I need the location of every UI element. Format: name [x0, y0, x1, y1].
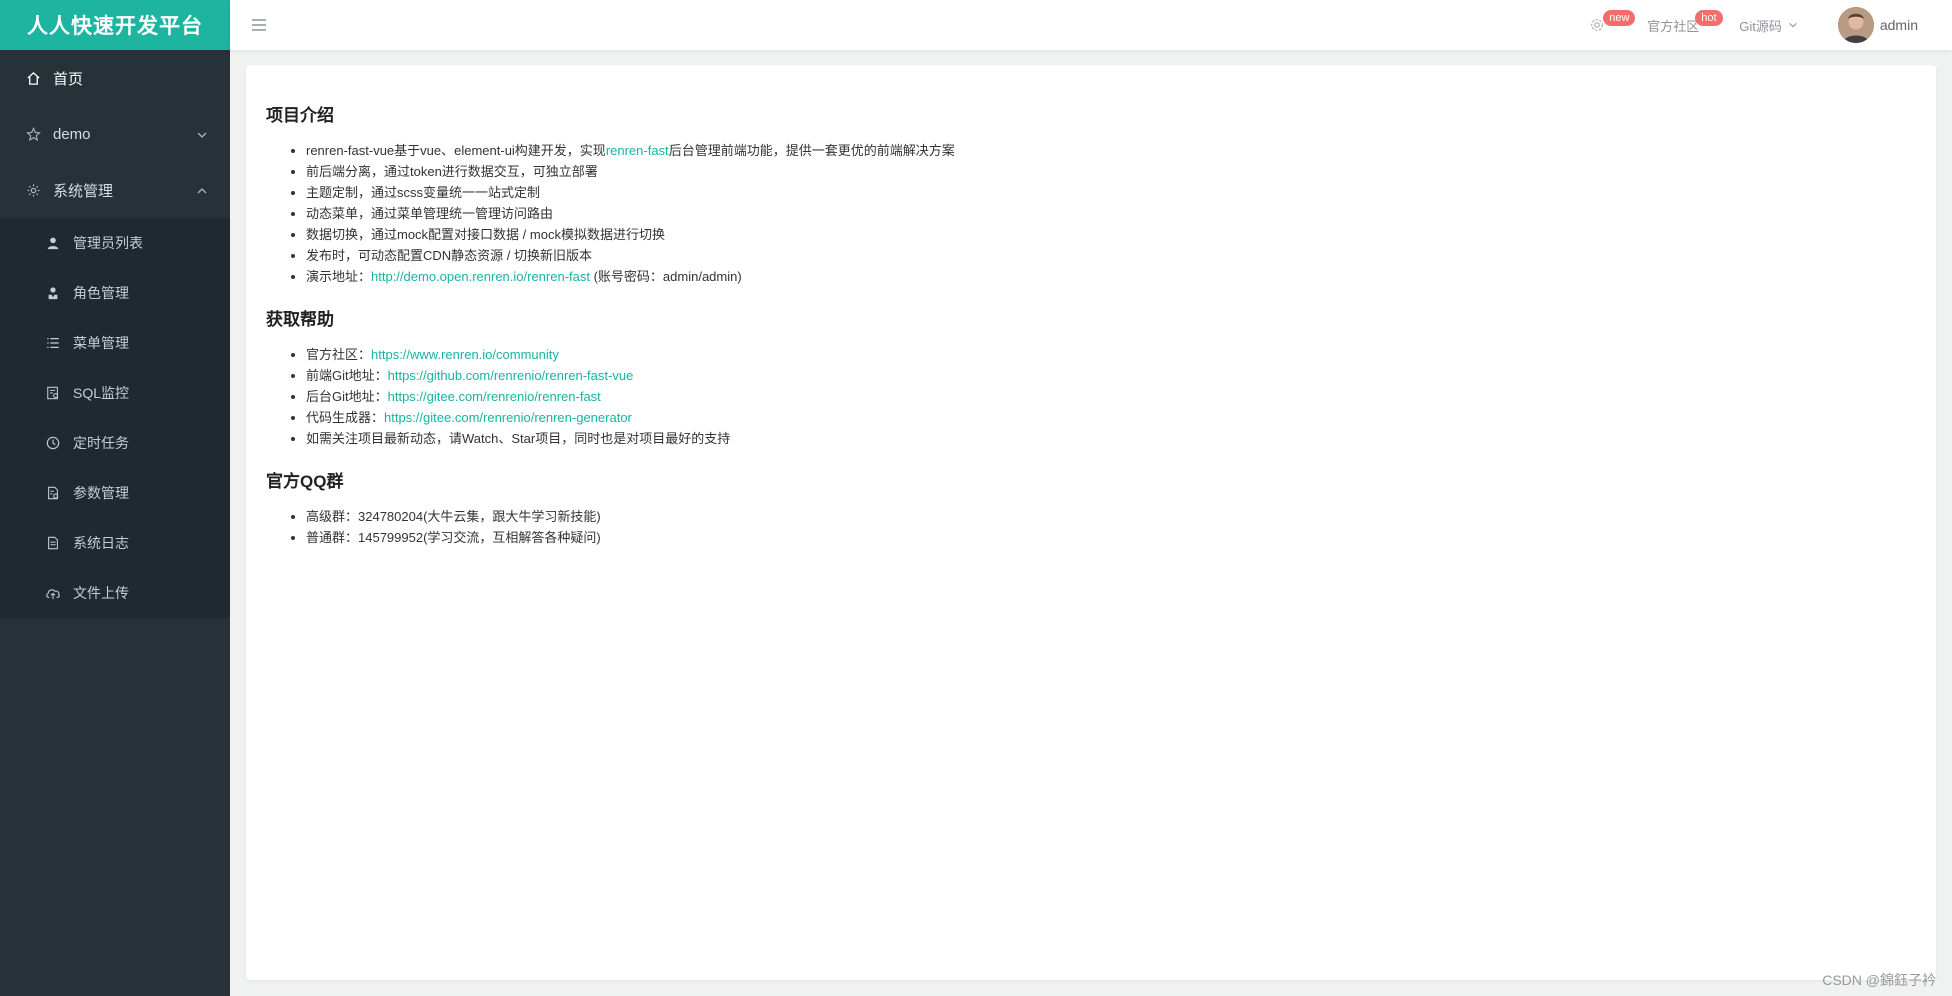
sidebar-item-label: 参数管理: [73, 485, 129, 501]
sidebar-item-sql[interactable]: SQL监控: [0, 368, 230, 418]
community-label: 官方社区: [1647, 18, 1700, 34]
sidebar-item-admin-list[interactable]: 管理员列表: [0, 218, 230, 268]
list-item: 发布时，可动态配置CDN静态资源 / 切换新旧版本: [306, 245, 1916, 266]
params-icon: [44, 484, 62, 502]
log-icon: [44, 534, 62, 552]
list-item-text: 前端Git地址：: [306, 368, 388, 383]
gear-icon: [24, 181, 42, 199]
list-item: 演示地址：http://demo.open.renren.io/renren-f…: [306, 266, 1916, 287]
star-icon: [24, 125, 42, 143]
intro-heading: 项目介绍: [266, 106, 334, 125]
demo-link[interactable]: http://demo.open.renren.io/renren-fast: [371, 269, 590, 284]
system-submenu: 管理员列表 角色管理 菜单管理 SQL监控 定时任务 参数管理 系统日志 文件上…: [0, 218, 230, 618]
home-icon: [24, 69, 42, 87]
qq-heading: 官方QQ群: [266, 472, 344, 491]
theme-settings-button[interactable]: new: [1569, 0, 1636, 50]
list-item: 主题定制，通过scss变量统一一站式定制: [306, 182, 1916, 203]
sidebar-item-roles[interactable]: 角色管理: [0, 268, 230, 318]
sidebar-item-label: 管理员列表: [73, 235, 143, 251]
list-item: 官方社区：https://www.renren.io/community: [306, 344, 1916, 365]
sidebar-item-params[interactable]: 参数管理: [0, 468, 230, 518]
sidebar-item-label: 文件上传: [73, 585, 129, 601]
sidebar-item-upload[interactable]: 文件上传: [0, 568, 230, 618]
chevron-down-icon: [196, 128, 208, 140]
avatar: [1837, 7, 1874, 43]
header-right: new 官方社区 hot Git源码 admin: [1569, 0, 1952, 50]
sidebar-item-logs[interactable]: 系统日志: [0, 518, 230, 568]
list-item-text: 演示地址：: [306, 269, 372, 284]
renren-fast-link[interactable]: renren-fast: [606, 143, 669, 158]
username: admin: [1879, 17, 1918, 33]
list-item-text: renren-fast-vue基于vue、element-ui构建开发，实现: [306, 143, 606, 158]
menu-item-home[interactable]: 首页: [0, 50, 230, 106]
sidebar: 人人快速开发平台 首页 demo 系统管理 管理员列表 角色管理 菜单管理 SQ…: [0, 0, 230, 996]
qq-list: 高级群：324780204(大牛云集，跟大牛学习新技能) 普通群：1457999…: [266, 506, 1916, 548]
sidebar-item-menus[interactable]: 菜单管理: [0, 318, 230, 368]
list-item: 前端Git地址：https://github.com/renrenio/renr…: [306, 365, 1916, 386]
list-item-text: 代码生成器：: [306, 410, 385, 425]
intro-list: renren-fast-vue基于vue、element-ui构建开发，实现re…: [266, 140, 1916, 287]
backend-git-link[interactable]: https://gitee.com/renrenio/renren-fast: [388, 389, 601, 404]
help-list: 官方社区：https://www.renren.io/community 前端G…: [266, 344, 1916, 449]
main-content: 项目介绍 renren-fast-vue基于vue、element-ui构建开发…: [246, 65, 1936, 980]
generator-link[interactable]: https://gitee.com/renrenio/renren-genera…: [384, 410, 632, 425]
sql-icon: [44, 384, 62, 402]
list-item-text: 官方社区：: [306, 347, 372, 362]
chevron-down-icon: [1788, 20, 1798, 30]
sidebar-item-label: SQL监控: [73, 385, 130, 401]
list-item: 前后端分离，通过token进行数据交互，可独立部署: [306, 161, 1916, 182]
sidebar-item-label: 角色管理: [73, 285, 129, 301]
role-icon: [44, 284, 62, 302]
sidebar-item-label: 系统日志: [73, 535, 129, 551]
list-item: 高级群：324780204(大牛云集，跟大牛学习新技能): [306, 506, 1916, 527]
list-item: 如需关注项目最新动态，请Watch、Star项目，同时也是对项目最好的支持: [306, 428, 1916, 449]
community-url-link[interactable]: https://www.renren.io/community: [371, 347, 559, 362]
list-item-text: (账号密码：admin/admin): [589, 269, 742, 284]
list-item: 代码生成器：https://gitee.com/renrenio/renren-…: [306, 407, 1916, 428]
chevron-up-icon: [196, 184, 208, 196]
list-item-text: 后台Git地址：: [306, 389, 388, 404]
list-item: 后台Git地址：https://gitee.com/renrenio/renre…: [306, 386, 1916, 407]
watermark: CSDN @錦鈺子衿: [1822, 972, 1936, 988]
brand-logo[interactable]: 人人快速开发平台: [0, 0, 230, 50]
hamburger-icon[interactable]: [250, 16, 268, 34]
clock-icon: [44, 434, 62, 452]
sidebar-item-label: 定时任务: [73, 435, 129, 451]
list-item: 数据切换，通过mock配置对接口数据 / mock模拟数据进行切换: [306, 224, 1916, 245]
sidebar-item-schedule[interactable]: 定时任务: [0, 418, 230, 468]
git-source-label: Git源码: [1739, 18, 1782, 34]
help-heading: 获取帮助: [266, 310, 334, 329]
sidebar-item-label: 菜单管理: [73, 335, 129, 351]
git-source-dropdown[interactable]: Git源码: [1719, 0, 1828, 50]
frontend-git-link[interactable]: https://github.com/renrenio/renren-fast-…: [388, 368, 634, 383]
list-icon: [44, 334, 62, 352]
list-item: 普通群：145799952(学习交流，互相解答各种疑问): [306, 527, 1916, 548]
community-link[interactable]: 官方社区 hot: [1627, 0, 1723, 50]
list-item-text: 后台管理前端功能，提供一套更优的前端解决方案: [668, 143, 955, 158]
menu-label-demo: demo: [53, 125, 91, 143]
list-item: 动态菜单，通过菜单管理统一管理访问路由: [306, 203, 1916, 224]
user-menu[interactable]: admin: [1828, 0, 1952, 50]
list-item: renren-fast-vue基于vue、element-ui构建开发，实现re…: [306, 140, 1916, 161]
top-header: new 官方社区 hot Git源码 admin: [230, 0, 1952, 50]
user-icon: [44, 234, 62, 252]
menu-item-demo[interactable]: demo: [0, 106, 230, 162]
menu-label-system: 系统管理: [53, 182, 114, 200]
menu-item-system[interactable]: 系统管理: [0, 162, 230, 218]
menu-label-home: 首页: [53, 70, 84, 88]
upload-icon: [44, 584, 62, 602]
